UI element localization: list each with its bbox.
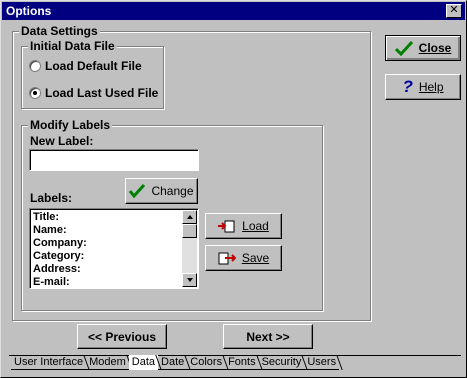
close-window-button[interactable]: ✕ [446, 4, 462, 18]
save-file-icon [218, 252, 236, 265]
list-item[interactable]: Name: [33, 224, 87, 237]
tab-modem[interactable]: Modem [86, 355, 129, 370]
arrow-up-icon [186, 215, 193, 219]
tab-data[interactable]: Data [128, 355, 159, 370]
scroll-thumb[interactable] [182, 224, 197, 238]
radio-load-default-file[interactable]: Load Default File [29, 59, 142, 73]
labels-listbox[interactable]: Title: Name: Company: Category: Address:… [29, 208, 199, 289]
window-title: Options [6, 4, 52, 18]
labels-list: Title: Name: Company: Category: Address:… [33, 211, 87, 288]
checkmark-icon [394, 40, 413, 56]
save-button[interactable]: Save [205, 245, 282, 271]
options-window: Options ✕ Data Settings Initial Data Fil… [0, 0, 467, 378]
load-file-icon [218, 220, 235, 233]
data-settings-title: Data Settings [19, 24, 100, 38]
radio-indicator[interactable] [29, 60, 41, 72]
save-label: Save [241, 251, 270, 265]
change-button[interactable]: Change [125, 178, 198, 204]
initial-data-file-title: Initial Data File [28, 39, 117, 53]
new-label-input[interactable] [29, 149, 199, 171]
scroll-up-button[interactable] [182, 210, 197, 224]
tab-date[interactable]: Date [158, 355, 188, 370]
list-item[interactable]: Category: [33, 250, 87, 263]
checkmark-icon [129, 184, 146, 198]
list-item[interactable]: Title: [33, 211, 87, 224]
help-button[interactable]: ? Help [385, 74, 461, 100]
radio-indicator[interactable] [29, 87, 41, 99]
close-button[interactable]: Close [385, 35, 461, 61]
previous-button[interactable]: << Previous [77, 324, 167, 349]
tab-security[interactable]: Security [258, 355, 305, 370]
title-bar[interactable]: Options ✕ [2, 2, 465, 20]
arrow-down-icon [186, 278, 193, 282]
tab-colors[interactable]: Colors [187, 355, 226, 370]
labels-scrollbar[interactable] [182, 210, 197, 287]
next-label: Next >> [246, 329, 290, 344]
tab-users[interactable]: Users [304, 355, 340, 370]
list-item[interactable]: Address: [33, 263, 87, 276]
tab-user-interface[interactable]: User Interface [11, 355, 87, 370]
radio-label: Load Last Used File [45, 86, 159, 100]
load-button[interactable]: Load [205, 213, 282, 239]
close-label: Close [418, 41, 452, 55]
tab-strip: User Interface Modem Data Date Colors Fo… [11, 355, 340, 371]
modify-labels-title: Modify Labels [28, 118, 113, 132]
list-item[interactable]: E-mail: [33, 276, 87, 288]
help-label: Help [418, 80, 444, 94]
next-button[interactable]: Next >> [223, 324, 313, 349]
previous-label: << Previous [87, 329, 157, 344]
new-label-caption: New Label: [30, 134, 94, 148]
tab-fonts[interactable]: Fonts [225, 355, 259, 370]
list-item[interactable]: Company: [33, 237, 87, 250]
change-label: Change [151, 184, 194, 198]
load-label: Load [242, 219, 269, 233]
scroll-down-button[interactable] [182, 273, 197, 287]
radio-label: Load Default File [45, 59, 142, 73]
radio-load-last-used-file[interactable]: Load Last Used File [29, 86, 158, 100]
question-mark-icon: ? [402, 77, 413, 96]
labels-caption: Labels: [30, 191, 73, 205]
